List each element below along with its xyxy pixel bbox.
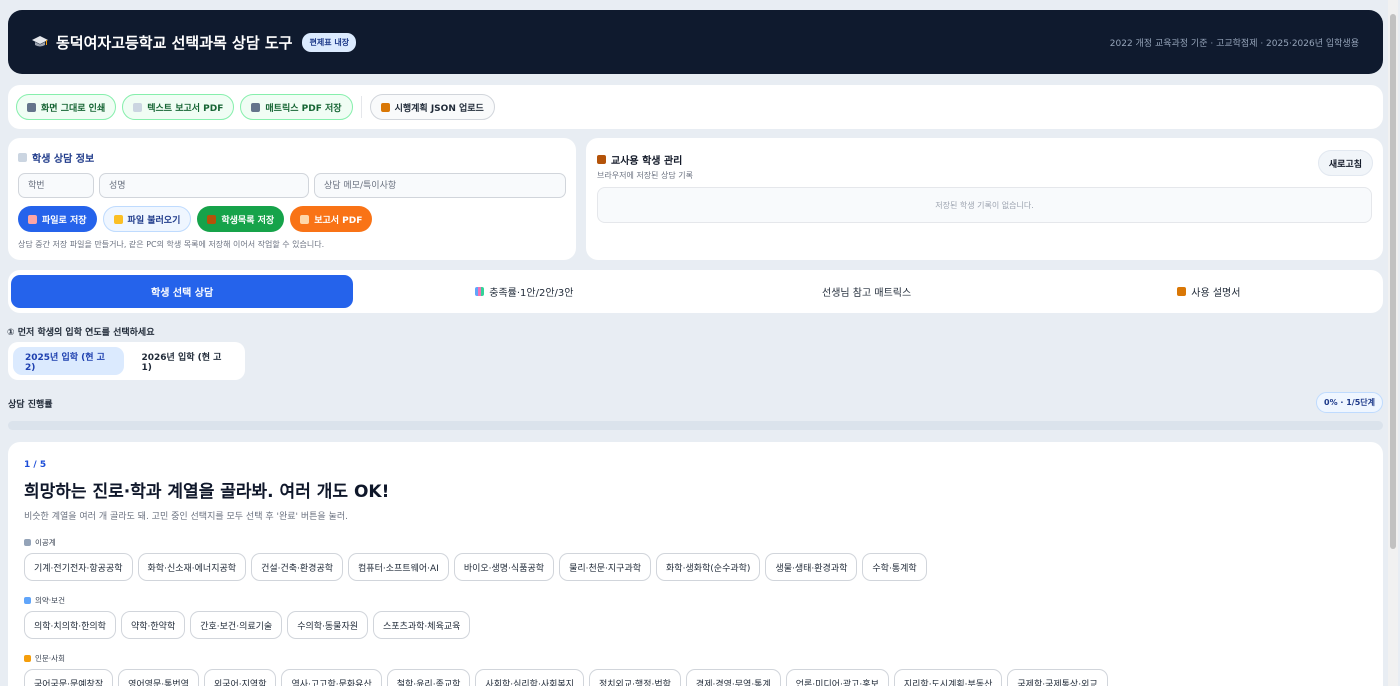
category-list: 이공계기계·전기전자·항공공학 화학·신소재·에너지공학 건설·건축·환경공학 컴퓨터… <box>24 537 1367 686</box>
main-tabs: 학생 선택 상담 충족률·1안/2안/3안 선생님 참고 매트릭스 사용 설명서 <box>8 270 1383 313</box>
career-option-chip[interactable]: 정치외교·행정·법학 <box>588 669 681 686</box>
tab-student-consult[interactable]: 학생 선택 상담 <box>11 275 354 308</box>
career-option-chip[interactable]: 의학·치의학·한의학 <box>24 611 116 639</box>
category-label: 인문·사회 <box>24 653 1367 664</box>
question-card: 1 / 5 희망하는 진로·학과 계열을 골라봐. 여러 개도 OK! 비슷한 … <box>8 442 1383 686</box>
books-icon <box>24 655 31 662</box>
save-hint: 상담 중간 저장 파일을 만들거나, 같은 PC의 학생 목록에 저장해 이어서… <box>18 240 325 249</box>
career-option-chip[interactable]: 건설·건축·환경공학 <box>251 553 344 581</box>
page-scrollbar[interactable] <box>1388 0 1398 686</box>
empty-records-box: 저장된 학생 기록이 없습니다. <box>597 187 1372 223</box>
year-selector: 2025년 입학 (현 고2) 2026년 입학 (현 고1) <box>8 342 245 380</box>
career-option-chip[interactable]: 영어영문·통번역 <box>118 669 199 686</box>
teacher-panel-subtitle: 브라우저에 저장된 상담 기록 <box>597 171 693 180</box>
app-header: 동덕여자고등학교 선택과목 상담 도구 편제표 내장 2022 개정 교육과정 … <box>8 10 1383 74</box>
header-subtitle: 2022 개정 교육과정 기준 · 고교학점제 · 2025·2026년 입학생… <box>1109 38 1359 49</box>
stethoscope-icon <box>24 597 31 604</box>
category-label: 이공계 <box>24 537 1367 548</box>
career-option-chip[interactable]: 기계·전기전자·항공공학 <box>24 553 133 581</box>
progress-badge: 0% · 1/5단계 <box>1316 392 1383 413</box>
category-label: 의약·보건 <box>24 595 1367 606</box>
document-icon <box>300 214 310 224</box>
books-icon <box>207 214 217 224</box>
career-option-chip[interactable]: 국어국문·문예창작 <box>24 669 114 686</box>
save-student-list-button[interactable]: 학생목록 저장 <box>197 206 285 232</box>
year-question: ① 먼저 학생의 입학 연도를 선택하세요 <box>7 328 155 338</box>
career-option-chip[interactable]: 약학·한약학 <box>120 611 186 639</box>
career-option-chip[interactable]: 수의학·동물자원 <box>287 611 369 639</box>
teacher-panel-card: 교사용 학생 관리 브라우저에 저장된 상담 기록 새로고침 저장된 학생 기록… <box>586 138 1383 260</box>
report-pdf-button[interactable]: 보고서 PDF <box>290 206 373 232</box>
career-option-chip[interactable]: 철학·윤리·종교학 <box>386 669 471 686</box>
tab-manual[interactable]: 사용 설명서 <box>1038 275 1380 308</box>
career-option-chip[interactable]: 언론·미디어·광고·홍보 <box>785 669 889 686</box>
question-title: 희망하는 진로·학과 계열을 골라봐. 여러 개도 OK! <box>24 482 390 502</box>
student-info-title: 학생 상담 정보 <box>18 150 566 165</box>
career-option-chip[interactable]: 바이오·생명·식품공학 <box>453 553 555 581</box>
teacher-panel-title: 교사용 학생 관리 <box>597 152 1372 167</box>
career-option-chip[interactable]: 컴퓨터·소프트웨어·AI <box>348 553 449 581</box>
career-option-chip[interactable]: 지리학·도시계획·부동산 <box>893 669 1003 686</box>
progress-label: 상담 진행률 <box>8 400 53 410</box>
student-name-input[interactable] <box>99 173 309 198</box>
career-option-chip[interactable]: 물리·천문·지구과학 <box>559 553 652 581</box>
print-screen-button[interactable]: 화면 그대로 인쇄 <box>16 94 117 120</box>
chip-list: 기계·전기전자·항공공학 화학·신소재·에너지공학 건설·건축·환경공학 컴퓨터·소프… <box>24 553 1367 581</box>
page-title: 동덕여자고등학교 선택과목 상담 도구 <box>56 33 293 52</box>
question-subtitle: 비슷한 계열을 여러 개 골라도 돼. 고민 중인 선택지를 모두 선택 후 '… <box>24 512 348 522</box>
status-badge: 편제표 내장 <box>302 32 357 52</box>
memo-input[interactable] <box>314 173 566 198</box>
books-icon <box>597 155 606 164</box>
career-option-chip[interactable]: 외국어·지역학 <box>203 669 277 686</box>
category-group: 의약·보건의학·치의학·한의학 약학·한약학 간호·보건·의료기술 수의학·동물자원 스… <box>24 595 1367 639</box>
chip-list: 국어국문·문예창작 영어영문·통번역 외국어·지역학 역사·고고학·문화유산 철학·윤리… <box>24 669 1367 686</box>
year-option-2026[interactable]: 2026년 입학 (현 고1) <box>130 347 241 375</box>
career-option-chip[interactable]: 경제·경영·무역·통계 <box>685 669 781 686</box>
career-option-chip[interactable]: 화학·신소재·에너지공학 <box>137 553 247 581</box>
text-report-pdf-button[interactable]: 텍스트 보고서 PDF <box>122 94 235 120</box>
career-option-chip[interactable]: 화학·생화학(순수과학) <box>656 553 761 581</box>
career-option-chip[interactable]: 국제학·국제통상·외교 <box>1007 669 1108 686</box>
export-toolbar: 화면 그대로 인쇄 텍스트 보고서 PDF 매트릭스 PDF 저장 시행계획 J… <box>8 85 1383 129</box>
career-option-chip[interactable]: 수학·통계학 <box>862 553 927 581</box>
document-icon <box>133 102 143 112</box>
career-option-chip[interactable]: 역사·고고학·문화유산 <box>281 669 382 686</box>
chip-list: 의학·치의학·한의학 약학·한약학 간호·보건·의료기술 수의학·동물자원 스포츠과학·… <box>24 611 1367 639</box>
clipboard-icon <box>1177 287 1187 296</box>
plan-upload-button[interactable]: 시행계획 JSON 업로드 <box>369 94 495 120</box>
year-option-2025[interactable]: 2025년 입학 (현 고2) <box>13 347 124 375</box>
toolbar-divider <box>360 96 362 118</box>
career-option-chip[interactable]: 스포츠과학·체육교육 <box>373 611 471 639</box>
graduation-cap-icon <box>32 36 48 47</box>
student-id-input[interactable] <box>18 173 94 198</box>
tab-teacher-matrix[interactable]: 선생님 참고 매트릭스 <box>696 275 1038 308</box>
load-file-button[interactable]: 파일 불러오기 <box>102 206 192 232</box>
career-option-chip[interactable]: 간호·보건·의료기술 <box>190 611 283 639</box>
student-info-card: 학생 상담 정보 파일로 저장 파일 불러오기 학생목록 저장 보고서 PDF … <box>8 138 576 260</box>
career-option-chip[interactable]: 사회학·심리학·사회복지 <box>475 669 584 686</box>
scrollbar-thumb[interactable] <box>1390 14 1396 549</box>
printer-icon <box>251 102 261 112</box>
printer-icon <box>27 102 36 112</box>
category-group: 이공계기계·전기전자·항공공학 화학·신소재·에너지공학 건설·건축·환경공학 컴퓨터… <box>24 537 1367 581</box>
folder-icon <box>113 214 123 224</box>
clipboard-icon <box>380 102 390 112</box>
refresh-button[interactable]: 새로고침 <box>1317 150 1373 176</box>
category-group: 인문·사회국어국문·문예창작 영어영문·통번역 외국어·지역학 역사·고고학·문화유산… <box>24 653 1367 686</box>
step-indicator: 1 / 5 <box>24 460 47 470</box>
save-icon <box>28 214 37 224</box>
tab-fulfillment[interactable]: 충족률·1안/2안/3안 <box>353 275 695 308</box>
progress-bar <box>8 421 1383 430</box>
career-option-chip[interactable]: 생물·생태·환경과학 <box>765 553 858 581</box>
matrix-pdf-button[interactable]: 매트릭스 PDF 저장 <box>240 94 353 120</box>
flask-icon <box>24 539 31 546</box>
save-file-button[interactable]: 파일로 저장 <box>18 206 97 232</box>
bar-chart-icon <box>475 287 485 296</box>
memo-icon <box>18 153 27 162</box>
